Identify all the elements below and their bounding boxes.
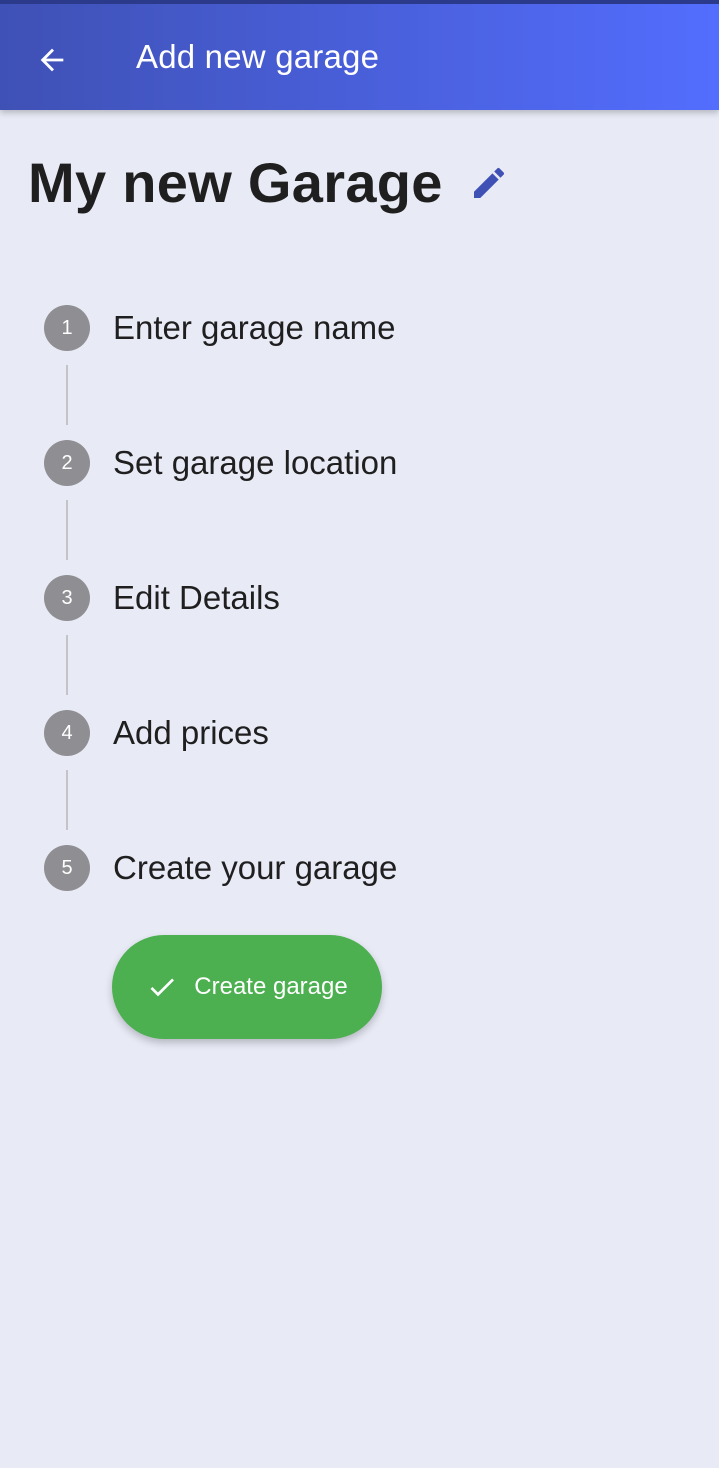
step-number: 2 bbox=[44, 440, 90, 486]
step-label: Set garage location bbox=[113, 444, 398, 481]
step-connector bbox=[66, 500, 68, 560]
garage-title-row: My new Garage bbox=[28, 150, 509, 215]
app-bar-title: Add new garage bbox=[136, 38, 380, 75]
step-connector bbox=[66, 365, 68, 425]
step-set-garage-location[interactable]: 2 Set garage location bbox=[44, 440, 397, 486]
check-icon bbox=[146, 971, 178, 1003]
create-garage-label: Create garage bbox=[194, 973, 348, 1000]
step-connector bbox=[66, 770, 68, 830]
pencil-icon bbox=[473, 167, 504, 198]
step-enter-garage-name[interactable]: 1 Enter garage name bbox=[44, 305, 396, 351]
step-number: 5 bbox=[44, 845, 90, 891]
step-add-prices[interactable]: 4 Add prices bbox=[44, 710, 269, 756]
step-connector bbox=[66, 635, 68, 695]
garage-name: My new Garage bbox=[28, 151, 443, 214]
edit-name-button[interactable] bbox=[469, 163, 509, 203]
create-garage-button[interactable]: Create garage bbox=[112, 935, 382, 1039]
step-label: Add prices bbox=[113, 714, 269, 751]
back-button[interactable] bbox=[24, 32, 80, 88]
step-edit-details[interactable]: 3 Edit Details bbox=[44, 575, 280, 621]
arrow-left-icon bbox=[40, 48, 64, 72]
step-label: Enter garage name bbox=[113, 309, 396, 346]
step-label: Edit Details bbox=[113, 579, 280, 616]
step-number: 1 bbox=[44, 305, 90, 351]
step-label: Create your garage bbox=[113, 849, 398, 886]
step-create-your-garage[interactable]: 5 Create your garage bbox=[44, 845, 397, 891]
app-bar: Add new garage bbox=[0, 0, 719, 110]
step-number: 4 bbox=[44, 710, 90, 756]
step-number: 3 bbox=[44, 575, 90, 621]
